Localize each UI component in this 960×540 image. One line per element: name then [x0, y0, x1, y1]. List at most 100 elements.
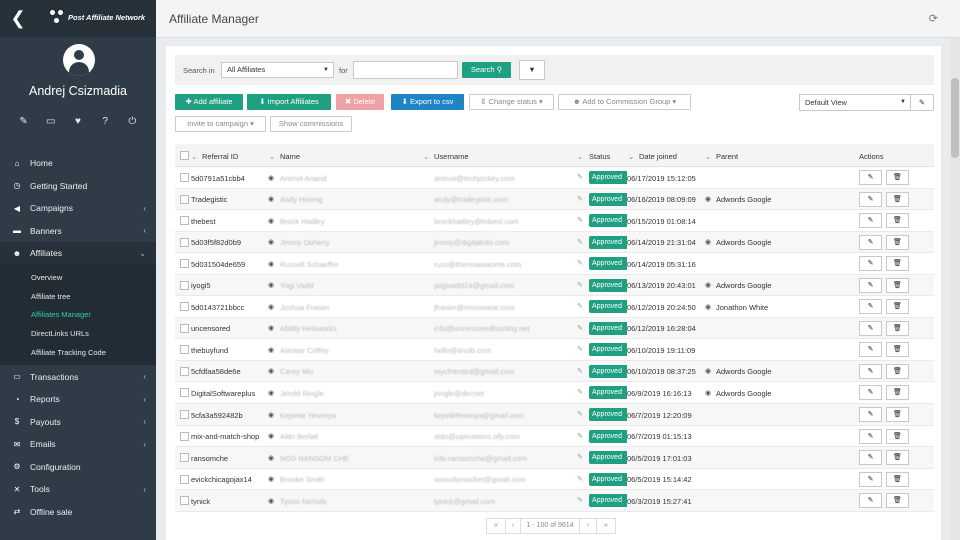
status-badge[interactable]: Approved	[589, 451, 627, 465]
last-page-button[interactable]: »	[596, 518, 616, 534]
refresh-icon[interactable]: ⟳	[929, 12, 938, 25]
status-badge[interactable]: Approved	[589, 494, 627, 508]
delete-row-button[interactable]: 🗑	[886, 277, 909, 293]
eye-icon[interactable]: ◉	[268, 324, 274, 332]
eye-icon[interactable]: ◉	[268, 475, 274, 483]
eye-icon[interactable]: ◉	[705, 195, 711, 203]
table-row[interactable]: thebest ◉ Brock Hadley brockhadley@tnbest.c…	[175, 210, 934, 232]
table-row[interactable]: Tradegistic ◉ Andy Hsieng andy@tradegistic.…	[175, 188, 934, 211]
eye-icon[interactable]: ◉	[268, 260, 274, 268]
pencil-icon[interactable]: ✎	[577, 453, 583, 461]
scrollbar-thumb[interactable]	[951, 78, 959, 158]
row-checkbox[interactable]	[180, 496, 189, 506]
delete-row-button[interactable]: 🗑	[886, 299, 909, 315]
sidebar-item-home[interactable]: ⌂ Home	[0, 152, 156, 175]
referral-id[interactable]: DigitalSoftwareplus	[191, 389, 255, 398]
sidebar-item-tools[interactable]: ✕ Tools ‹	[0, 478, 156, 501]
delete-row-button[interactable]: 🗑	[886, 493, 909, 509]
scrollbar[interactable]	[950, 38, 960, 540]
delete-row-button[interactable]: 🗑	[886, 191, 909, 207]
eye-icon[interactable]: ◉	[268, 174, 274, 182]
pencil-icon[interactable]: ✎	[577, 216, 583, 224]
eye-icon[interactable]: ◉	[705, 367, 711, 375]
eye-icon[interactable]: ◉	[268, 303, 274, 311]
pencil-icon[interactable]: ✎	[577, 475, 583, 483]
edit-button[interactable]: ✎	[859, 256, 882, 272]
referral-id[interactable]: 5cfa3a592482b	[191, 411, 243, 420]
delete-row-button[interactable]: 🗑	[886, 385, 909, 401]
edit-button[interactable]: ✎	[859, 277, 882, 293]
status-badge[interactable]: Approved	[589, 408, 627, 422]
heart-icon[interactable]: ♥	[70, 116, 86, 127]
subnav-item-overview[interactable]: Overview	[0, 269, 156, 288]
referral-id[interactable]: 5d0143721bbcc	[191, 303, 244, 312]
eye-icon[interactable]: ◉	[268, 389, 274, 397]
prev-page-button[interactable]: ‹	[505, 518, 521, 534]
table-row[interactable]: ransomche ◉ NOS RANSOM CHE info.ransomche@g…	[175, 447, 934, 469]
table-row[interactable]: 5d0143721bbcc ◉ Joshua Frasier jfrasier@moo…	[175, 296, 934, 318]
edit-button[interactable]: ✎	[859, 493, 882, 509]
pencil-icon[interactable]: ✎	[577, 238, 583, 246]
table-row[interactable]: uncensored ◉ Ability Helsworks info@uncenso…	[175, 317, 934, 340]
eye-icon[interactable]: ◉	[705, 303, 711, 311]
row-checkbox[interactable]	[180, 474, 189, 484]
table-row[interactable]: 5d03f5f82d0b9 ◉ Jimmy Doheny jimmy@digitali…	[175, 231, 934, 254]
col-status[interactable]: Status	[589, 152, 610, 161]
subnav-item-affiliates-manager[interactable]: Affiliates Manager	[0, 306, 156, 325]
col-date-joined[interactable]: Date joined	[639, 152, 677, 161]
table-row[interactable]: 5d0791a51cbb4 ◉ Animol Anand animol@techjoc…	[175, 167, 934, 189]
first-page-button[interactable]: «	[486, 518, 506, 534]
delete-row-button[interactable]: 🗑	[886, 428, 909, 444]
table-row[interactable]: iyogi5 ◉ Yogi Vadd yogivadd24@gmail.com ✎ App…	[175, 274, 934, 297]
referral-id[interactable]: thebest	[191, 217, 216, 226]
referral-id[interactable]: 5d0791a51cbb4	[191, 174, 245, 183]
edit-button[interactable]: ✎	[859, 428, 882, 444]
sidebar-item-offline-sale[interactable]: ⇄ Offline sale	[0, 500, 156, 523]
referral-id[interactable]: tynick	[191, 497, 210, 506]
delete-row-button[interactable]: 🗑	[886, 213, 909, 229]
edit-button[interactable]: ✎	[859, 170, 882, 185]
pencil-icon[interactable]: ✎	[577, 410, 583, 418]
row-checkbox[interactable]	[180, 431, 189, 441]
col-parent[interactable]: Parent	[716, 152, 738, 161]
sidebar-item-configuration[interactable]: ⚙ Configuration	[0, 455, 156, 478]
col-referral-id[interactable]: Referral ID	[202, 152, 238, 161]
referral-id[interactable]: ransomche	[191, 454, 228, 463]
row-checkbox[interactable]	[180, 194, 189, 204]
show-commissions-button[interactable]: Show commissions	[270, 116, 352, 132]
status-badge[interactable]: Approved	[589, 192, 627, 206]
sidebar-item-reports[interactable]: ◔ Reports ‹	[0, 388, 156, 411]
row-checkbox[interactable]	[180, 216, 189, 226]
avatar[interactable]	[63, 44, 95, 76]
row-checkbox[interactable]	[180, 410, 189, 420]
row-checkbox[interactable]	[180, 388, 189, 398]
row-checkbox[interactable]	[180, 302, 189, 312]
view-select[interactable]: Default View ▼	[799, 94, 911, 111]
referral-id[interactable]: mix-and-match-shop	[191, 432, 259, 441]
table-row[interactable]: mix-and-match-shop ◉ Aldo Berlati aldo@oper…	[175, 426, 934, 448]
pencil-icon[interactable]: ✎	[577, 173, 583, 181]
pencil-icon[interactable]: ✎	[577, 281, 583, 289]
eye-icon[interactable]: ◉	[268, 432, 274, 440]
pencil-icon[interactable]: ✎	[577, 324, 583, 332]
subnav-item-affiliate-tracking-code[interactable]: Affiliate Tracking Code	[0, 343, 156, 362]
select-all-checkbox[interactable]	[180, 151, 189, 160]
import-affiliates-button[interactable]: ⬇ Import Affiliates	[247, 94, 331, 110]
subnav-item-affiliate-tree[interactable]: Affiliate tree	[0, 287, 156, 306]
referral-id[interactable]: 5d03f5f82d0b9	[191, 238, 241, 247]
eye-icon[interactable]: ◉	[268, 281, 274, 289]
referral-id[interactable]: evickchicagojax14	[191, 475, 252, 484]
table-row[interactable]: 5d031504de659 ◉ Russell Schaeffer russ@ther…	[175, 253, 934, 275]
search-scope-select[interactable]: All Affiliates ▼	[221, 62, 334, 78]
row-checkbox[interactable]	[180, 323, 189, 333]
eye-icon[interactable]: ◉	[268, 195, 274, 203]
col-name[interactable]: Name	[280, 152, 300, 161]
status-badge[interactable]: Approved	[589, 343, 627, 357]
back-arrow-icon[interactable]: ❮	[10, 8, 26, 28]
eye-icon[interactable]: ◉	[268, 346, 274, 354]
edit-button[interactable]: ✎	[859, 471, 882, 487]
pencil-icon[interactable]: ✎	[577, 432, 583, 440]
sidebar-item-getting-started[interactable]: ◷ Getting Started	[0, 175, 156, 198]
delete-row-button[interactable]: 🗑	[886, 256, 909, 272]
row-checkbox[interactable]	[180, 366, 189, 376]
